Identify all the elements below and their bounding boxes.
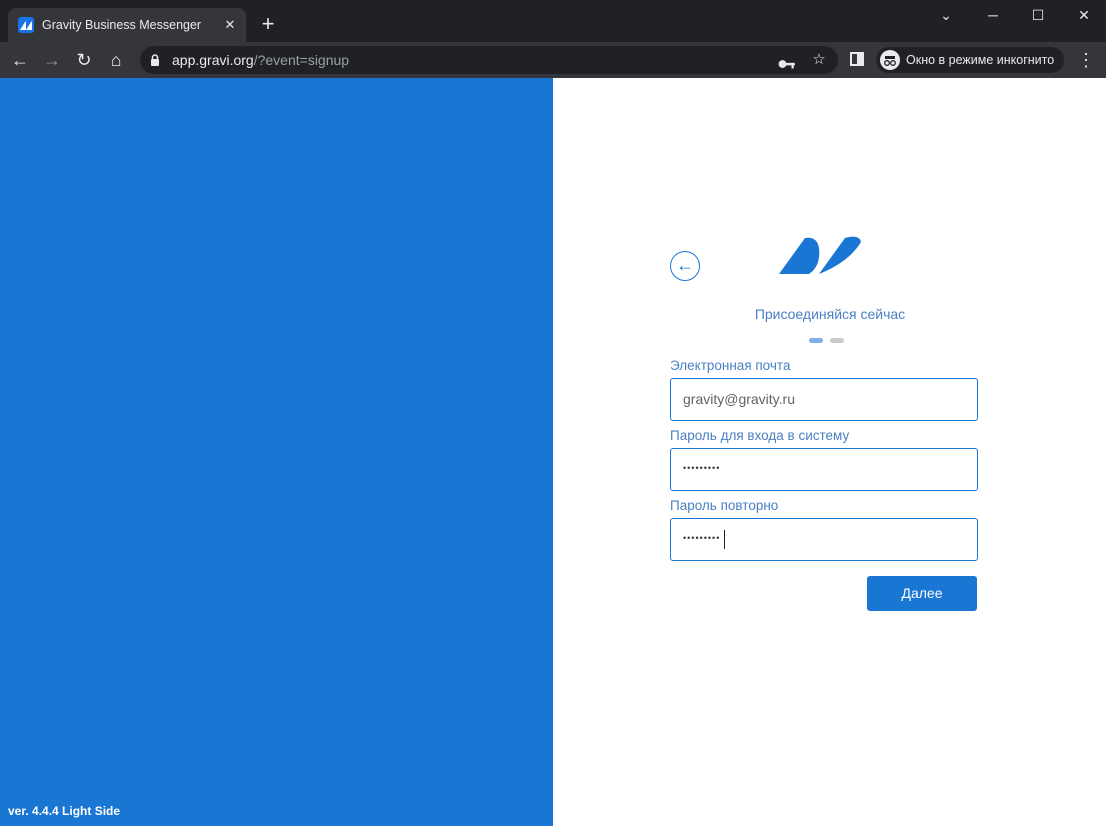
back-icon[interactable]: ← [10,50,30,70]
browser-menu-icon[interactable]: ⋮ [1076,50,1096,70]
gravity-favicon-icon [18,17,34,33]
tab-search-icon[interactable]: ⌄ [936,5,956,25]
gravity-logo [779,236,861,274]
bookmark-star-icon[interactable]: ☆ [810,51,828,69]
browser-titlebar: Gravity Business Messenger ✕ + ⌄ ─ ☐ ✕ [0,0,1106,42]
forward-icon[interactable]: → [42,50,62,70]
email-value: gravity@gravity.ru [683,391,795,407]
signup-title: Присоединяйся сейчас [754,306,906,322]
maximize-icon[interactable]: ☐ [1028,5,1048,25]
tab-title: Gravity Business Messenger [42,18,202,32]
url-text: app.gravi.org/?event=signup [172,52,350,68]
back-arrow-button[interactable]: ← [670,251,700,281]
password-repeat-label: Пароль повторно [670,498,779,513]
tab-close-icon[interactable]: ✕ [222,17,238,33]
home-icon[interactable]: ⌂ [106,50,126,70]
next-button[interactable]: Далее [867,576,977,611]
email-field[interactable]: gravity@gravity.ru [670,378,978,421]
browser-toolbar: ← → ↻ ⌂ app.gravi.org/?event=signup ☆ Ок… [0,42,1106,78]
password-repeat-value: ••••••••• [683,533,721,543]
browser-tab[interactable]: Gravity Business Messenger ✕ [8,8,246,42]
text-caret [724,530,725,549]
password-value: ••••••••• [683,463,721,473]
close-window-icon[interactable]: ✕ [1074,5,1094,25]
reload-icon[interactable]: ↻ [74,50,94,70]
incognito-icon [880,50,900,70]
key-icon[interactable] [778,55,796,73]
minimize-icon[interactable]: ─ [983,5,1003,25]
side-panel-icon[interactable] [850,52,864,66]
incognito-label: Окно в режиме инкогнито [906,53,1055,67]
version-label: ver. 4.4.4 Light Side [8,804,121,818]
password-label: Пароль для входа в систему [670,428,850,443]
incognito-indicator[interactable]: Окно в режиме инкогнито [876,47,1065,73]
new-tab-button[interactable]: + [258,13,278,35]
brand-panel: ver. 4.4.4 Light Side [0,78,553,826]
lock-icon [151,54,159,66]
email-label: Электронная почта [670,358,791,373]
step-1-dot [809,338,823,343]
password-repeat-field[interactable]: ••••••••• [670,518,978,561]
password-field[interactable]: ••••••••• [670,448,978,491]
signup-panel: ← Присоединяйся сейчас Электронная почта… [553,78,1106,826]
step-2-dot [830,338,844,343]
address-bar[interactable]: app.gravi.org/?event=signup ☆ [140,46,838,74]
